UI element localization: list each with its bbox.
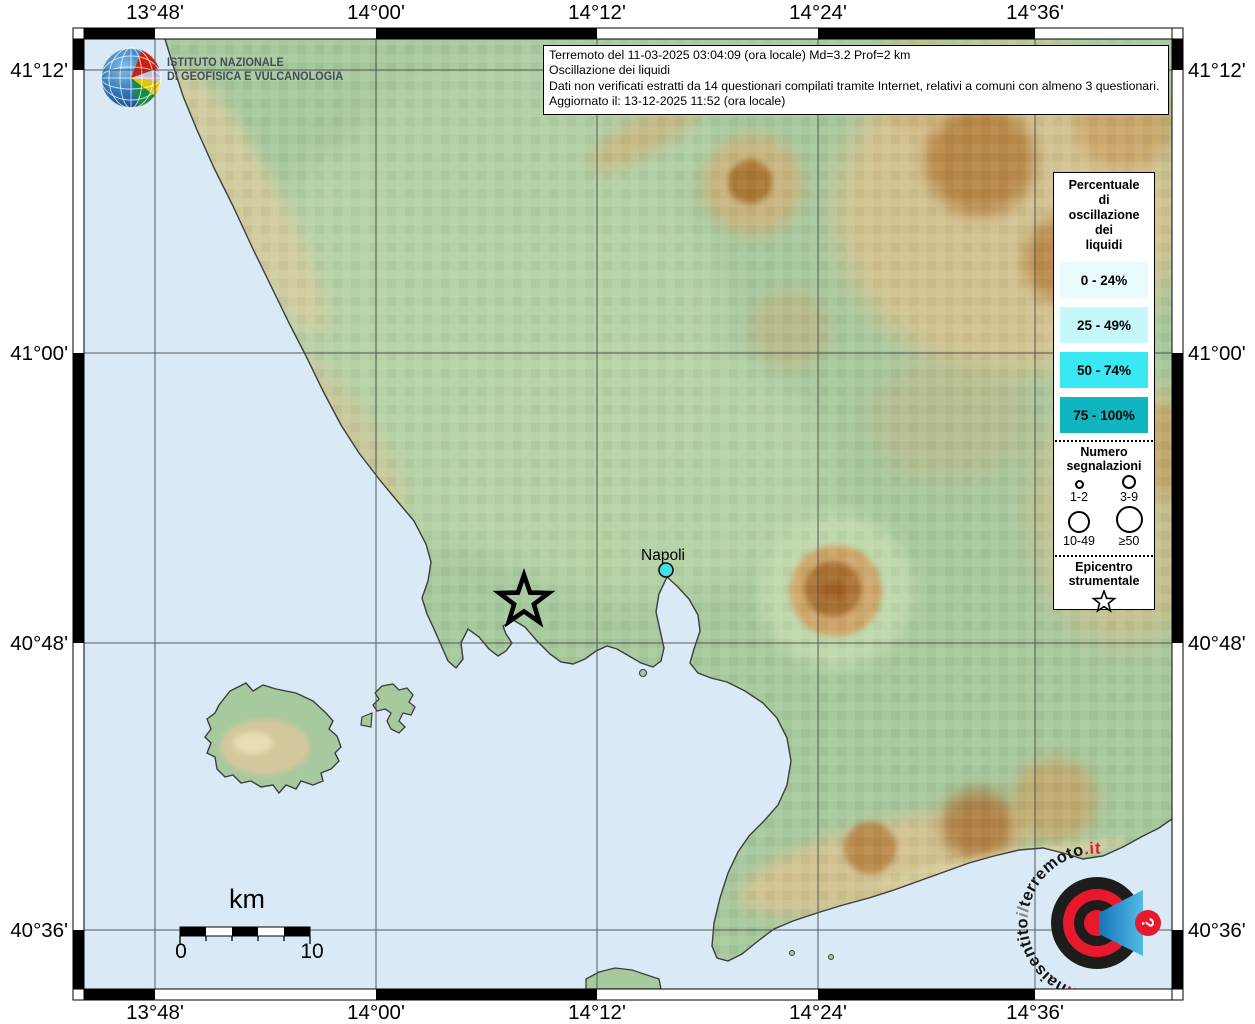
lon-label-bottom-3: 14°24': [789, 1001, 847, 1024]
epicenter-title: Epicentro strumentale: [1054, 560, 1154, 588]
scale-end-label: 10: [300, 940, 324, 963]
legend-title-line: Percentuale: [1068, 178, 1140, 192]
event-info-box: Terremoto del 11-03-2025 03:04:09 (ora l…: [543, 45, 1169, 115]
ingv-line1: ISTITUTO NAZIONALE: [167, 57, 284, 69]
ingv-line2: DI GEOFISICA E VULCANOLOGIA: [167, 70, 344, 83]
event-info-line3: Dati non verificati estratti da 14 quest…: [549, 78, 1160, 93]
lat-label-left-2: 40°48': [10, 632, 68, 655]
signal-circle-medium-icon: [1122, 475, 1136, 489]
signal-50plus: ≥50: [1106, 506, 1152, 548]
event-info-line1: Terremoto del 11-03-2025 03:04:09 (ora l…: [549, 48, 911, 62]
lon-label-bottom-4: 14°36': [1006, 1001, 1064, 1024]
legend-divider: [1055, 440, 1153, 442]
epicenter-star-icon: [1054, 588, 1154, 617]
lat-label-left-0: 41°12': [10, 59, 68, 82]
legend-title-line: dei: [1094, 223, 1114, 237]
legend-title-line: liquidi: [1085, 238, 1123, 252]
islet: [828, 954, 834, 960]
legend-class-0-24: 0 - 24%: [1060, 262, 1148, 298]
signal-label: 1-2: [1069, 490, 1089, 504]
epicenter-title-line1: Epicentro: [1075, 560, 1133, 574]
lat-label-left-3: 40°36': [10, 919, 68, 942]
scale-unit-label: km: [229, 884, 265, 914]
event-info-line2: Oscillazione dei liquidi: [549, 63, 670, 78]
lon-label-bottom-0: 13°48': [126, 1001, 184, 1024]
lon-label-bottom-1: 14°00': [347, 1001, 405, 1024]
signal-3-9: 3-9: [1106, 475, 1152, 504]
signals-row-1: 1-2 3-9: [1054, 475, 1154, 504]
signal-1-2: 1-2: [1056, 480, 1102, 504]
legend-class-25-49: 25 - 49%: [1060, 307, 1148, 343]
legend-title-line: di: [1098, 193, 1110, 207]
scale-start-label: 0: [175, 940, 187, 963]
island-nisida: [638, 668, 648, 678]
signal-label: ≥50: [1118, 534, 1140, 548]
lat-label-right-1: 41°00': [1188, 342, 1246, 365]
lon-label-top-4: 14°36': [1006, 1, 1064, 24]
signal-label: 10-49: [1063, 534, 1095, 548]
legend-divider: [1055, 555, 1153, 557]
lat-label-right-2: 40°48': [1188, 632, 1246, 655]
lat-label-right-3: 40°36': [1188, 919, 1246, 942]
lon-label-top-3: 14°24': [789, 1, 847, 24]
signals-title: Numero segnalazioni: [1054, 445, 1154, 473]
lon-label-top-2: 14°12': [568, 1, 626, 24]
signal-label: 3-9: [1119, 490, 1139, 504]
legend-class-50-74: 50 - 74%: [1060, 352, 1148, 388]
signal-circle-large-icon: [1068, 511, 1090, 533]
signal-circle-xlarge-icon: [1115, 506, 1143, 533]
ingv-logo-globe: [100, 47, 162, 109]
signals-row-2: 10-49 ≥50: [1054, 506, 1154, 548]
lat-label-left-1: 41°00': [10, 342, 68, 365]
lat-label-right-0: 41°12': [1188, 59, 1246, 82]
city-report-dot: [658, 562, 674, 578]
ingv-wordmark: ISTITUTO NAZIONALE DI GEOFISICA E VULCAN…: [167, 57, 343, 84]
signal-circle-small-icon: [1074, 480, 1084, 489]
quake-map-page: ? www.haisentitoilterremoto.it 13°48' 14…: [0, 0, 1255, 1024]
lon-label-top-0: 13°48': [126, 1, 184, 24]
city-label-napoli: Napoli: [641, 547, 685, 564]
event-info-line4: Aggiornato il: 13-12-2025 11:52 (ora loc…: [549, 94, 786, 109]
map-area: ? www.haisentitoilterremoto.it: [84, 39, 1172, 989]
signal-10-49: 10-49: [1056, 511, 1102, 548]
islet: [789, 950, 795, 956]
signals-title-line2: segnalazioni: [1066, 459, 1142, 473]
lon-label-bottom-2: 14°12': [568, 1001, 626, 1024]
legend-title: Percentuale di oscillazione dei liquidi: [1054, 178, 1154, 253]
legend-title-line: oscillazione: [1068, 208, 1140, 222]
legend-box: Percentuale di oscillazione dei liquidi …: [1053, 172, 1155, 613]
epicenter-title-line2: strumentale: [1068, 574, 1140, 588]
signals-title-line1: Numero: [1080, 445, 1128, 459]
lon-label-top-1: 14°00': [347, 1, 405, 24]
legend-class-75-100: 75 - 100%: [1060, 397, 1148, 433]
